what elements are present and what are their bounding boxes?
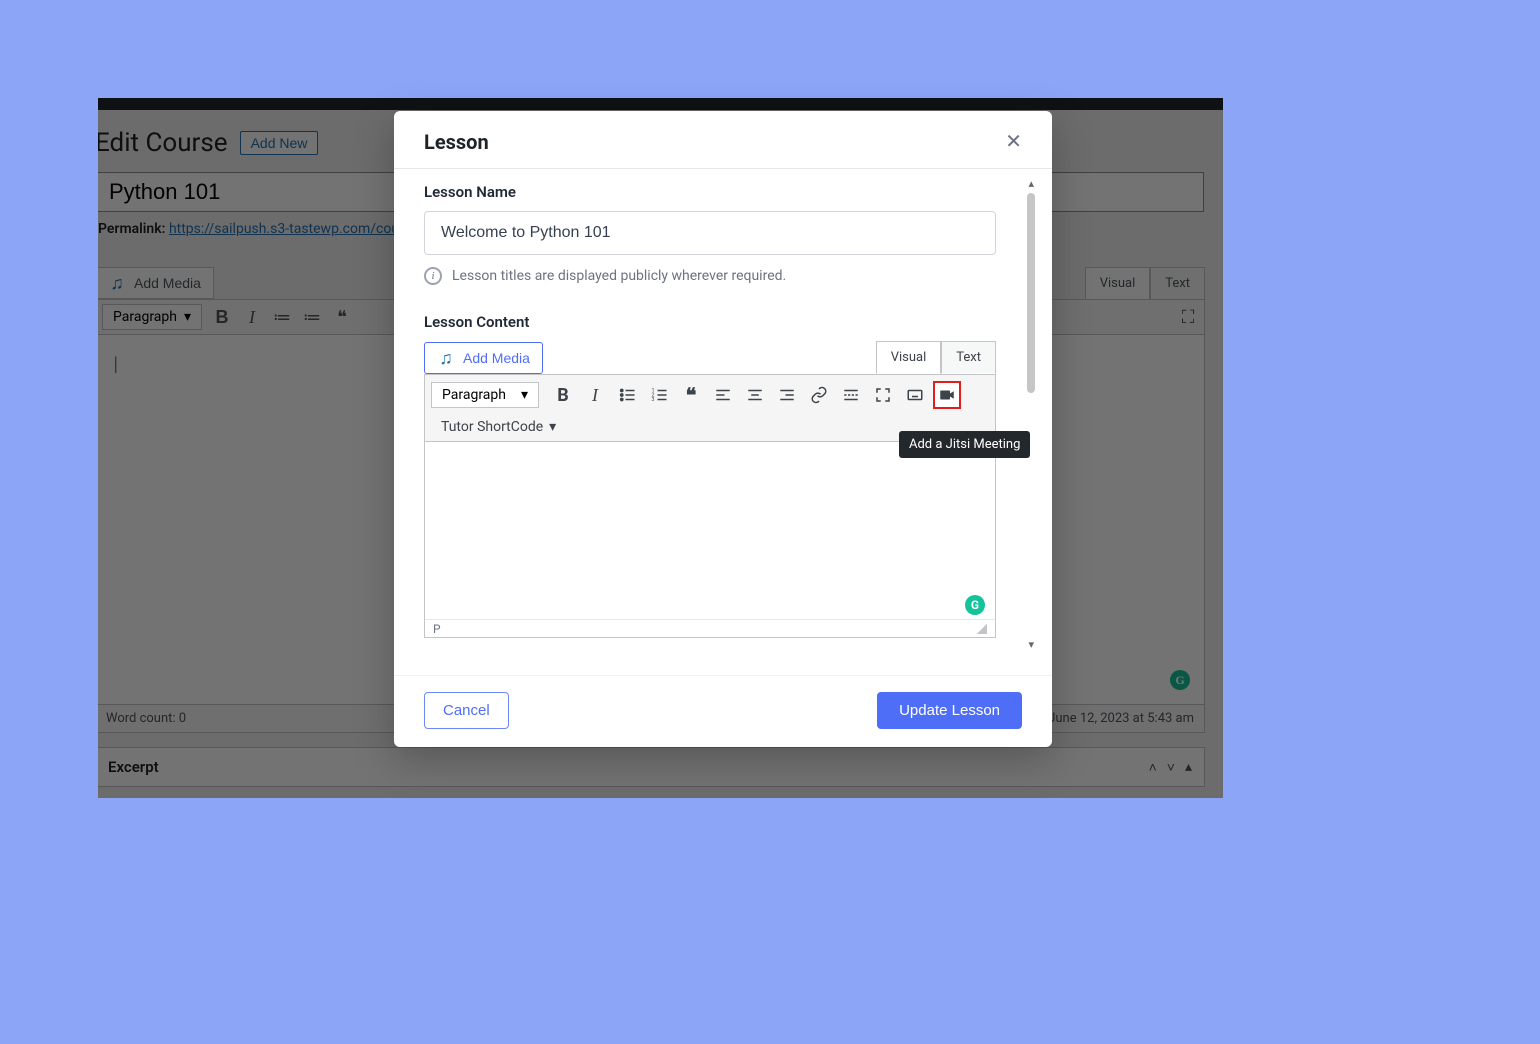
read-more-icon[interactable]: [837, 381, 865, 409]
chevron-down-icon: ▾: [549, 419, 556, 435]
chevron-down-icon: ▾: [521, 387, 528, 403]
status-tag: P: [433, 622, 441, 636]
close-icon: ✕: [1005, 131, 1022, 153]
help-text: Lesson titles are displayed publicly whe…: [452, 268, 786, 284]
modal-editor-body[interactable]: G P: [424, 442, 996, 638]
grammarly-icon[interactable]: G: [965, 595, 985, 615]
update-lesson-button[interactable]: Update Lesson: [877, 692, 1022, 729]
modal-format-select[interactable]: Paragraph ▾: [431, 382, 539, 408]
bold-icon[interactable]: B: [549, 381, 577, 409]
svg-text:3: 3: [652, 397, 655, 403]
lesson-name-input[interactable]: [424, 211, 996, 255]
jitsi-meeting-button[interactable]: [933, 381, 961, 409]
modal-tab-text[interactable]: Text: [941, 341, 996, 374]
modal-add-media-label: Add Media: [463, 350, 530, 366]
keyboard-icon[interactable]: [901, 381, 929, 409]
resize-handle-icon[interactable]: [977, 624, 987, 634]
lesson-content-label: Lesson Content: [424, 313, 1022, 331]
modal-format-label: Paragraph: [442, 387, 506, 403]
modal-editor-tabs: Visual Text: [876, 341, 996, 374]
close-button[interactable]: ✕: [1005, 129, 1022, 154]
align-left-icon[interactable]: [709, 381, 737, 409]
blockquote-icon[interactable]: ❝: [677, 381, 705, 409]
align-right-icon[interactable]: [773, 381, 801, 409]
modal-scrollbar-thumb[interactable]: [1027, 193, 1035, 393]
bullet-list-icon[interactable]: [613, 381, 641, 409]
jitsi-tooltip: Add a Jitsi Meeting: [899, 431, 1030, 458]
modal-editor-status: P: [425, 619, 995, 637]
align-center-icon[interactable]: [741, 381, 769, 409]
media-icon: [437, 349, 455, 367]
lesson-modal: Lesson ✕ ▴ Lesson Name i Lesson titles a…: [394, 111, 1052, 747]
numbered-list-icon[interactable]: 123: [645, 381, 673, 409]
tutor-shortcode-label: Tutor ShortCode: [441, 419, 543, 435]
fullscreen-icon[interactable]: [869, 381, 897, 409]
link-icon[interactable]: [805, 381, 833, 409]
modal-add-media-button[interactable]: Add Media: [424, 342, 543, 374]
italic-icon[interactable]: I: [581, 381, 609, 409]
lesson-name-label: Lesson Name: [424, 183, 1022, 201]
modal-title: Lesson: [424, 130, 489, 154]
info-icon: i: [424, 267, 442, 285]
lesson-name-help: i Lesson titles are displayed publicly w…: [424, 267, 1022, 285]
cancel-button[interactable]: Cancel: [424, 692, 509, 729]
modal-tab-visual[interactable]: Visual: [876, 341, 942, 374]
